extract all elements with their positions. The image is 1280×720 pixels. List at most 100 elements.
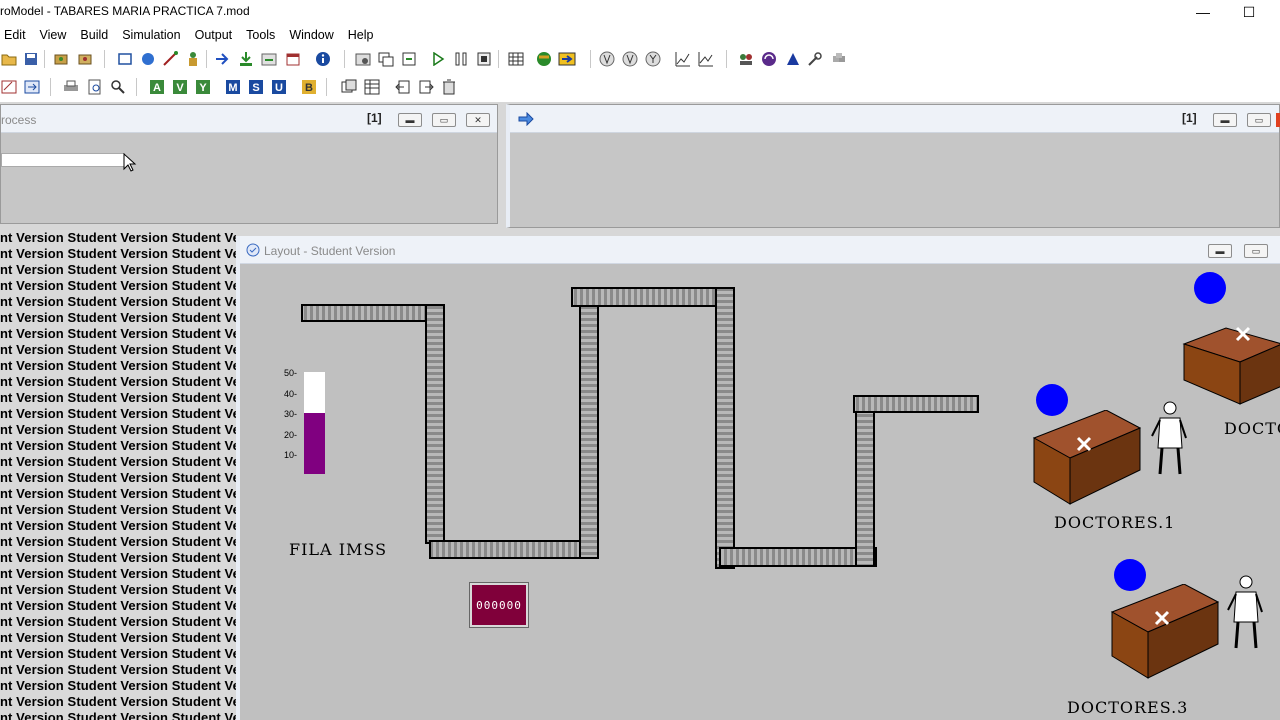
download-icon[interactable] bbox=[237, 50, 255, 68]
arrivals-icon[interactable] bbox=[214, 50, 232, 68]
u-icon[interactable]: U bbox=[270, 78, 288, 96]
zoom-icon[interactable] bbox=[109, 78, 127, 96]
forward-icon[interactable] bbox=[417, 78, 435, 96]
layout-restore-button[interactable]: ▭ bbox=[1244, 244, 1268, 258]
printer-icon[interactable] bbox=[62, 78, 80, 96]
resources-icon[interactable] bbox=[184, 50, 202, 68]
layout-canvas[interactable]: 50- 40- 30- 20- 10- FILA IMSS 000000 DOC… bbox=[244, 264, 1280, 720]
minimize-icon: ▬ bbox=[1215, 246, 1225, 256]
pause-icon[interactable] bbox=[452, 50, 470, 68]
watermark-line: nt Version Student Version Student Versi… bbox=[0, 678, 236, 693]
view-sheet-icon[interactable] bbox=[400, 50, 418, 68]
minimize-icon: ▬ bbox=[1220, 115, 1230, 125]
triangle-icon[interactable] bbox=[784, 50, 802, 68]
globe-icon[interactable] bbox=[535, 50, 553, 68]
layers-icon[interactable] bbox=[340, 78, 358, 96]
close-icon: ✕ bbox=[474, 114, 482, 125]
queue-gauge[interactable]: 50- 40- 30- 20- 10- bbox=[284, 368, 328, 476]
minimize-button[interactable]: — bbox=[1180, 0, 1226, 24]
title-bar: roModel - TABARES MARIA PRACTICA 7.mod —… bbox=[0, 0, 1280, 24]
a-icon[interactable]: A bbox=[148, 78, 166, 96]
s-icon[interactable]: S bbox=[247, 78, 265, 96]
watermark-line: nt Version Student Version Student Versi… bbox=[0, 406, 236, 421]
doctor-desk-3[interactable] bbox=[1108, 584, 1220, 684]
trend-chart-icon[interactable] bbox=[674, 50, 692, 68]
v-icon[interactable]: V bbox=[171, 78, 189, 96]
locations-icon[interactable] bbox=[52, 50, 70, 68]
doctor-desk-2[interactable] bbox=[1182, 318, 1280, 408]
process-window: rocess [1] ▬ ▭ ✕ bbox=[0, 104, 498, 224]
run-icon[interactable] bbox=[429, 50, 447, 68]
cubes-icon[interactable] bbox=[830, 50, 848, 68]
menu-output[interactable]: Output bbox=[195, 26, 233, 44]
y-icon[interactable]: Y bbox=[194, 78, 212, 96]
menu-simulation[interactable]: Simulation bbox=[122, 26, 180, 44]
arrivals-minimize-button[interactable]: ▬ bbox=[1213, 113, 1237, 127]
save-icon[interactable] bbox=[22, 50, 40, 68]
doctor-desk-1[interactable] bbox=[1030, 410, 1142, 510]
entities-icon[interactable] bbox=[76, 50, 94, 68]
sync-icon[interactable] bbox=[760, 50, 778, 68]
rectangle-icon[interactable] bbox=[116, 50, 134, 68]
edit-chart-icon[interactable] bbox=[0, 78, 18, 96]
b-icon[interactable]: B bbox=[300, 78, 318, 96]
watermark-line: nt Version Student Version Student Versi… bbox=[0, 310, 236, 325]
stop-icon[interactable] bbox=[475, 50, 493, 68]
flag-icon[interactable] bbox=[558, 50, 576, 68]
filter-funnel-icon[interactable] bbox=[598, 50, 616, 68]
maximize-button[interactable]: ☐ bbox=[1226, 0, 1272, 24]
delete-icon[interactable] bbox=[440, 78, 458, 96]
info-icon[interactable] bbox=[314, 50, 332, 68]
trend-chart-alt-icon[interactable] bbox=[697, 50, 715, 68]
watermark-line: nt Version Student Version Student Versi… bbox=[0, 390, 236, 405]
watermark-line: nt Version Student Version Student Versi… bbox=[0, 694, 236, 709]
path-network-icon[interactable] bbox=[161, 50, 179, 68]
import-icon[interactable] bbox=[23, 78, 41, 96]
arrow-right-icon bbox=[518, 112, 534, 126]
layout-window-caption: Layout - Student Version ▬ ▭ bbox=[240, 236, 1280, 264]
watermark-line: nt Version Student Version Student Versi… bbox=[0, 294, 236, 309]
menu-edit[interactable]: Edit bbox=[4, 26, 26, 44]
filter-v-icon[interactable] bbox=[621, 50, 639, 68]
calendar-icon[interactable] bbox=[284, 50, 302, 68]
menu-view[interactable]: View bbox=[40, 26, 67, 44]
open-folder-icon[interactable] bbox=[0, 50, 18, 68]
back-icon[interactable] bbox=[394, 78, 412, 96]
preview-icon[interactable] bbox=[86, 78, 104, 96]
watermark-line: nt Version Student Version Student Versi… bbox=[0, 326, 236, 341]
layout-icon bbox=[246, 243, 260, 257]
menu-build[interactable]: Build bbox=[80, 26, 108, 44]
m-icon[interactable]: M bbox=[224, 78, 242, 96]
processing-icon[interactable] bbox=[260, 50, 278, 68]
grid-icon[interactable] bbox=[507, 50, 525, 68]
conveyor-segment bbox=[855, 395, 875, 567]
process-close-button[interactable]: ✕ bbox=[466, 113, 490, 127]
arrivals-restore-button[interactable]: ▭ bbox=[1247, 113, 1271, 127]
doctor-figure-icon[interactable] bbox=[1148, 398, 1188, 478]
layout-minimize-button[interactable]: ▬ bbox=[1208, 244, 1232, 258]
menu-tools[interactable]: Tools bbox=[246, 26, 275, 44]
filter-y-icon[interactable] bbox=[644, 50, 662, 68]
menu-window[interactable]: Window bbox=[289, 26, 333, 44]
options-icon[interactable] bbox=[354, 50, 372, 68]
table-icon[interactable] bbox=[363, 78, 381, 96]
tools-icon[interactable] bbox=[806, 50, 824, 68]
process-window-index: [1] bbox=[367, 111, 382, 125]
restore-icon: ▭ bbox=[439, 114, 449, 125]
entity-circle[interactable] bbox=[1192, 270, 1228, 306]
process-row[interactable] bbox=[1, 153, 125, 167]
process-minimize-button[interactable]: ▬ bbox=[398, 113, 422, 127]
watermark-line: nt Version Student Version Student Versi… bbox=[0, 438, 236, 453]
toolbar-secondary: A V Y M S U B bbox=[0, 74, 1280, 100]
windows-icon[interactable] bbox=[377, 50, 395, 68]
watermark-line: nt Version Student Version Student Versi… bbox=[0, 486, 236, 501]
svg-text:B: B bbox=[305, 82, 313, 94]
menu-help[interactable]: Help bbox=[348, 26, 374, 44]
arrivals-close-button[interactable] bbox=[1276, 113, 1280, 127]
doctor-figure-icon[interactable] bbox=[1224, 572, 1264, 652]
entity-counter[interactable]: 000000 bbox=[469, 582, 529, 628]
users-icon[interactable] bbox=[737, 50, 755, 68]
gauge-tick-label: 50- bbox=[284, 368, 298, 378]
process-restore-button[interactable]: ▭ bbox=[432, 113, 456, 127]
circle-icon[interactable] bbox=[139, 50, 157, 68]
